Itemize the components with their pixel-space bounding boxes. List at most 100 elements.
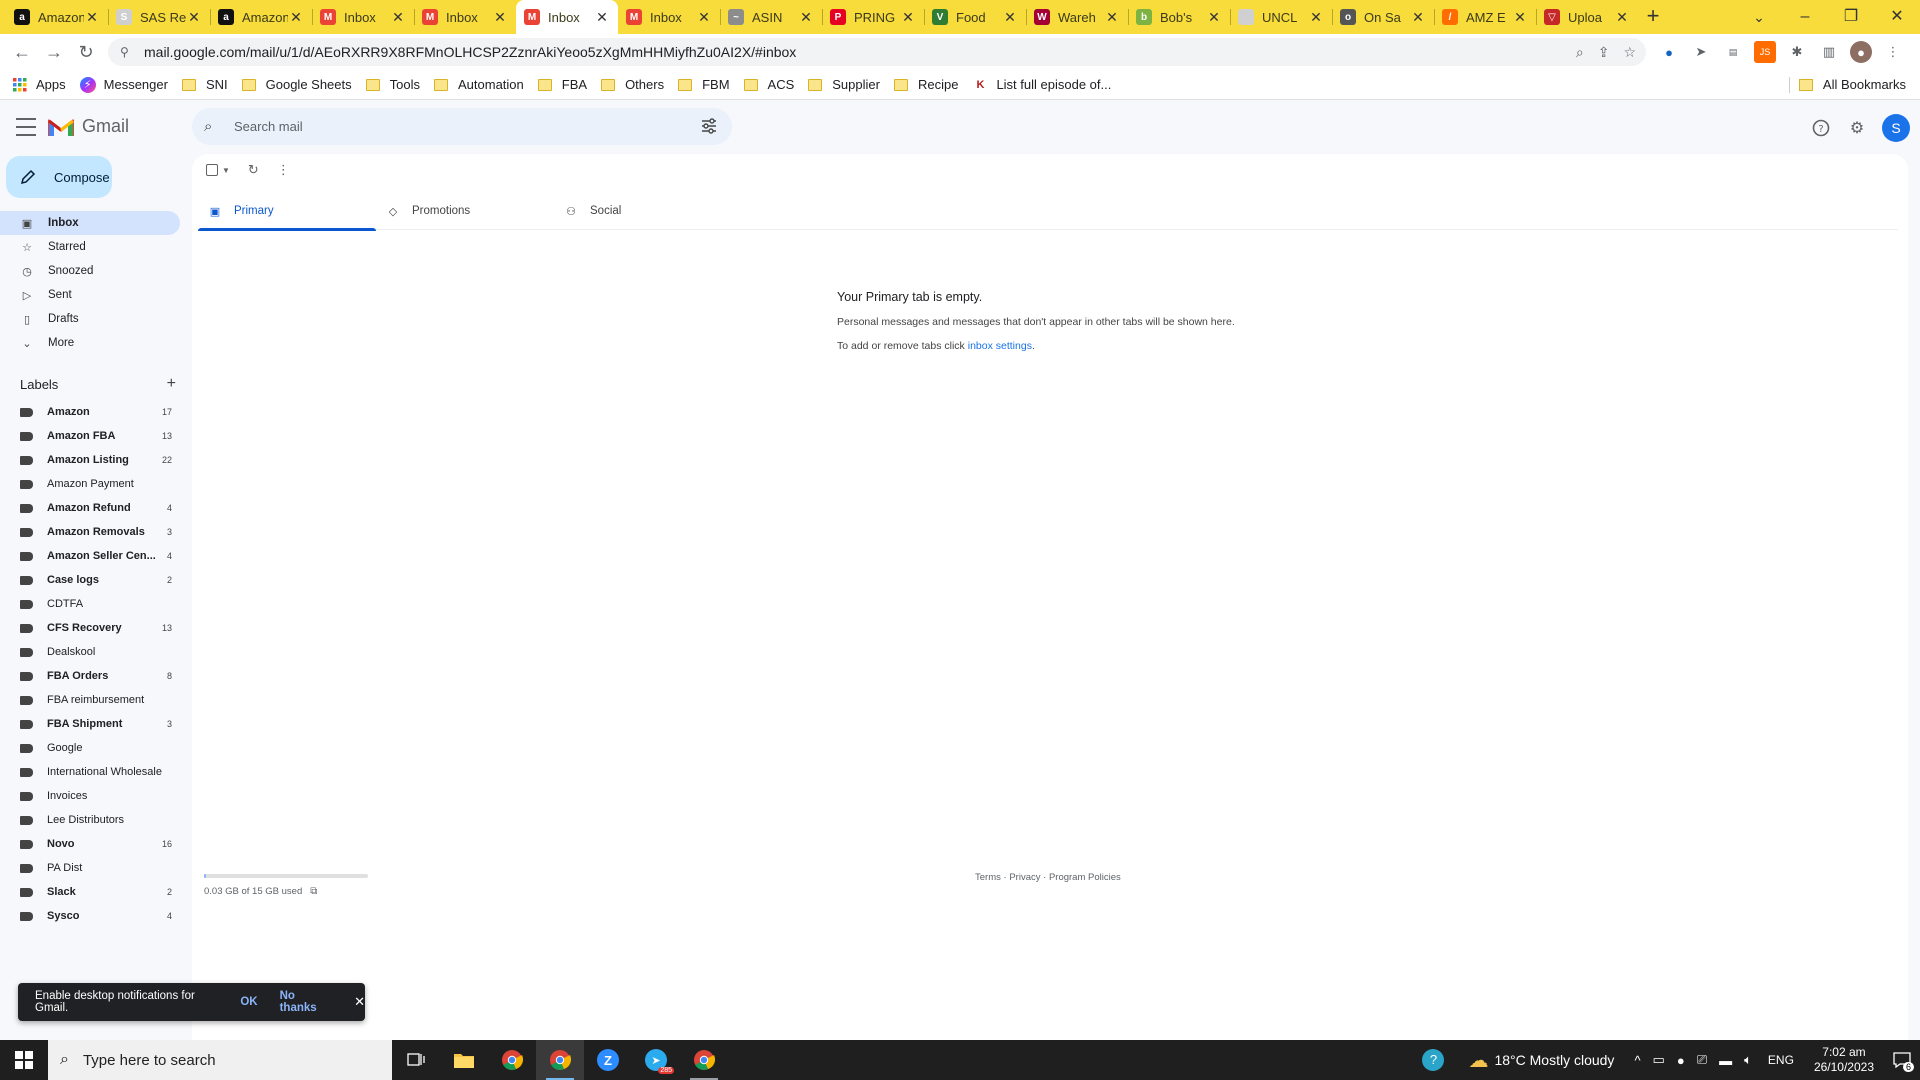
chrome-profile-icon[interactable]: [680, 1040, 728, 1080]
zoom-app-icon[interactable]: Z: [584, 1040, 632, 1080]
sidebar-item-inbox[interactable]: ▣ Inbox: [0, 211, 180, 235]
inbox-settings-link[interactable]: inbox settings: [968, 340, 1032, 352]
settings-gear-icon[interactable]: ⚙: [1846, 117, 1868, 139]
close-tab-icon[interactable]: ✕: [1104, 9, 1120, 26]
browser-tab[interactable]: M Inbox ✕: [312, 0, 414, 34]
close-tab-icon[interactable]: ✕: [900, 9, 916, 26]
language-indicator[interactable]: ENG: [1768, 1053, 1794, 1067]
more-options-icon[interactable]: ⋮: [277, 162, 290, 178]
site-info-icon[interactable]: ⚲: [120, 45, 134, 59]
show-hidden-icons-icon[interactable]: ^: [1634, 1053, 1640, 1068]
close-tab-icon[interactable]: ✕: [390, 9, 406, 26]
bookmark-item[interactable]: Recipe: [893, 77, 958, 92]
close-tab-icon[interactable]: ✕: [492, 9, 508, 26]
bookmark-item[interactable]: K List full episode of...: [972, 77, 1111, 93]
task-view-icon[interactable]: [392, 1040, 440, 1080]
tab-primary[interactable]: ▣ Primary: [198, 192, 376, 231]
browser-tab[interactable]: M Inbox ✕: [414, 0, 516, 34]
bookmark-item[interactable]: Supplier: [808, 77, 880, 92]
search-mail-box[interactable]: ⌕ Search mail: [192, 108, 732, 145]
label-item[interactable]: CFS Recovery 13: [0, 616, 180, 640]
tab-search-chevron-icon[interactable]: ⌄: [1736, 0, 1782, 34]
create-label-icon[interactable]: +: [167, 375, 176, 393]
close-tab-icon[interactable]: ✕: [1512, 9, 1528, 26]
side-panel-icon[interactable]: ▥: [1818, 41, 1840, 63]
bookmark-item[interactable]: SNI: [181, 77, 228, 92]
label-item[interactable]: Amazon Seller Cen... 4: [0, 544, 180, 568]
label-item[interactable]: Lee Distributors: [0, 808, 180, 832]
label-item[interactable]: CDTFA: [0, 592, 180, 616]
gmail-logo[interactable]: Gmail: [48, 116, 129, 137]
bookmark-item[interactable]: FBA: [537, 77, 587, 92]
display-icon[interactable]: ▭: [1653, 1052, 1665, 1068]
clock[interactable]: 7:02 am 26/10/2023: [1814, 1045, 1874, 1075]
notifications-icon[interactable]: 6: [1884, 1040, 1920, 1080]
label-item[interactable]: International Wholesale: [0, 760, 180, 784]
bookmark-star-icon[interactable]: ☆: [1623, 44, 1636, 61]
extension-off-icon[interactable]: ▤: [1722, 41, 1744, 63]
open-in-new-icon[interactable]: ⧉: [310, 886, 317, 897]
refresh-icon[interactable]: ↻: [248, 162, 259, 178]
program-policies-link[interactable]: Program Policies: [1049, 872, 1121, 883]
label-item[interactable]: Amazon 17: [0, 400, 180, 424]
select-caret-icon[interactable]: ▼: [222, 166, 230, 175]
label-item[interactable]: FBA Shipment 3: [0, 712, 180, 736]
bookmark-item[interactable]: Tools: [365, 77, 420, 92]
browser-tab[interactable]: a Amazon ✕: [210, 0, 312, 34]
zoom-icon[interactable]: ⌕: [1576, 44, 1584, 61]
account-avatar[interactable]: S: [1882, 114, 1910, 142]
browser-tab[interactable]: ▽ Uploa ✕: [1536, 0, 1638, 34]
help-tray-icon[interactable]: ?: [1422, 1049, 1445, 1071]
label-item[interactable]: Slack 2: [0, 880, 180, 904]
bookmark-item[interactable]: Others: [601, 77, 664, 92]
search-options-icon[interactable]: [700, 117, 718, 135]
browser-tab[interactable]: / AMZ E ✕: [1434, 0, 1536, 34]
all-bookmarks-button[interactable]: All Bookmarks: [1798, 77, 1906, 92]
sidebar-item-starred[interactable]: ☆ Starred: [0, 235, 180, 259]
start-button[interactable]: [0, 1040, 48, 1080]
share-icon[interactable]: ⇪: [1598, 44, 1610, 61]
close-tab-icon[interactable]: ✕: [594, 9, 610, 26]
tab-promotions[interactable]: ◇ Promotions: [376, 192, 554, 230]
sidebar-item-drafts[interactable]: ▯ Drafts: [0, 307, 180, 331]
label-item[interactable]: FBA reimbursement: [0, 688, 180, 712]
label-item[interactable]: Amazon Refund 4: [0, 496, 180, 520]
close-tab-icon[interactable]: ✕: [186, 9, 202, 26]
bookmark-item[interactable]: ⚡ Messenger: [79, 76, 168, 93]
privacy-link[interactable]: Privacy: [1009, 872, 1040, 883]
profile-avatar-icon[interactable]: ●: [1850, 41, 1872, 63]
browser-tab[interactable]: P PRING ✕: [822, 0, 924, 34]
sidebar-item-more[interactable]: ⌄ More: [0, 331, 180, 355]
browser-tab[interactable]: V Food ✕: [924, 0, 1026, 34]
back-button[interactable]: ←: [6, 42, 38, 63]
close-tab-icon[interactable]: ✕: [1002, 9, 1018, 26]
search-icon[interactable]: ⌕: [204, 118, 222, 136]
address-bar[interactable]: ⚲ mail.google.com/mail/u/1/d/AEoRXRR9X8R…: [108, 38, 1646, 66]
bookmark-item[interactable]: Apps: [12, 77, 66, 93]
sidebar-item-snoozed[interactable]: ◷ Snoozed: [0, 259, 180, 283]
label-item[interactable]: FBA Orders 8: [0, 664, 180, 688]
meet-icon[interactable]: ⎚: [1697, 1052, 1707, 1068]
label-item[interactable]: Google: [0, 736, 180, 760]
select-all-checkbox[interactable]: [206, 164, 218, 176]
restore-button[interactable]: ❐: [1828, 0, 1874, 34]
browser-tab[interactable]: S SAS Rem✕: [108, 0, 210, 34]
extension-arrow-icon[interactable]: ➤: [1690, 41, 1712, 63]
compose-button[interactable]: Compose: [6, 156, 112, 198]
toast-close-icon[interactable]: ✕: [354, 994, 365, 1010]
taskbar-search-input[interactable]: Type here to search: [83, 1052, 216, 1069]
label-item[interactable]: Sysco 4: [0, 904, 180, 928]
browser-tab[interactable]: o On Sa ✕: [1332, 0, 1434, 34]
browser-tab[interactable]: UNCL ✕: [1230, 0, 1332, 34]
chrome-active-icon[interactable]: [536, 1040, 584, 1080]
reload-button[interactable]: ↻: [70, 42, 102, 63]
browser-tab[interactable]: ~ ASIN ✕: [720, 0, 822, 34]
new-tab-button[interactable]: +: [1638, 0, 1668, 34]
label-item[interactable]: Novo 16: [0, 832, 180, 856]
toast-no-thanks-button[interactable]: No thanks: [280, 990, 333, 1014]
label-item[interactable]: Amazon Listing 22: [0, 448, 180, 472]
extension-js-icon[interactable]: JS: [1754, 41, 1776, 63]
label-item[interactable]: Amazon Removals 3: [0, 520, 180, 544]
terms-link[interactable]: Terms: [975, 872, 1001, 883]
extension-globe-icon[interactable]: ●: [1658, 41, 1680, 63]
